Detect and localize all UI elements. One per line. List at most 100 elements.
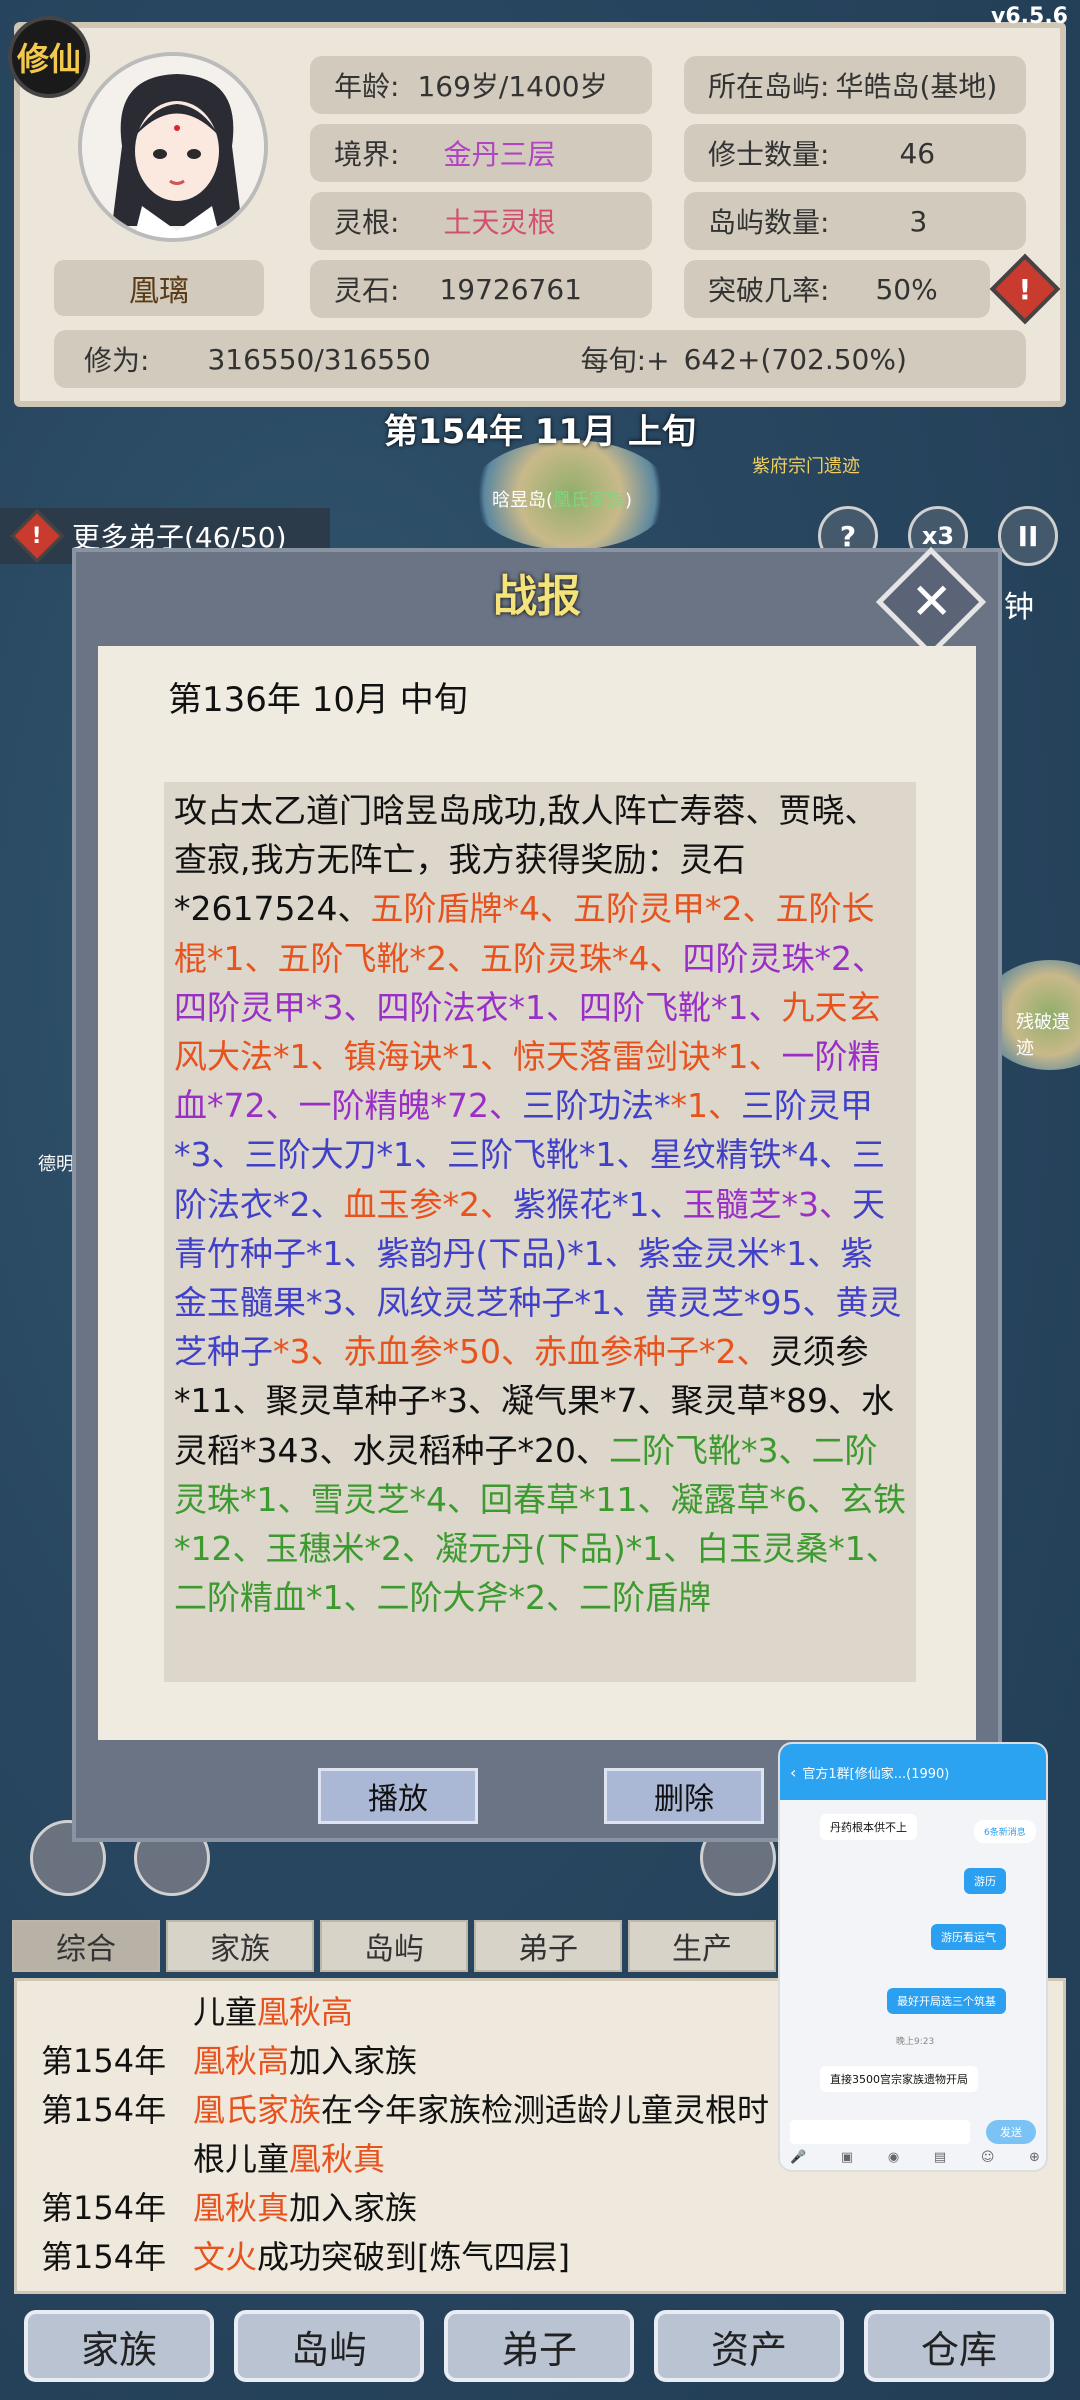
islands-field: 岛屿数量: 3 bbox=[684, 192, 1026, 250]
cultivators-label: 修士数量: bbox=[708, 138, 830, 171]
log-row: 第154年 凰秋高加入家族 bbox=[41, 2036, 417, 2082]
character-avatar[interactable] bbox=[78, 52, 268, 242]
tab-family[interactable]: 家族 bbox=[166, 1920, 314, 1972]
character-name[interactable]: 凰璃 bbox=[54, 260, 264, 316]
dialog-title: 战报 bbox=[493, 571, 581, 622]
realm-field: 境界: 金丹三层 bbox=[310, 124, 652, 182]
island-field: 所在岛屿: 华皓岛(基地) bbox=[684, 56, 1026, 114]
per-tick-value: 642+(702.50%) bbox=[683, 342, 907, 376]
game-logo-badge[interactable]: 修仙 bbox=[8, 16, 90, 98]
log-text: 加入家族 bbox=[289, 2042, 418, 2080]
back-icon[interactable]: ‹ bbox=[790, 1763, 796, 1782]
log-row: 第154年 文火成功突破到[炼气四层] bbox=[41, 2232, 570, 2278]
chat-msg-5: 直接3500宫宗家族遗物开局 bbox=[820, 2066, 978, 2092]
map-label-ruins: 残破遗迹 bbox=[1016, 1012, 1070, 1059]
age-field: 年龄: 169岁/1400岁 bbox=[310, 56, 652, 114]
islands-value: 3 bbox=[909, 204, 928, 238]
tab-production[interactable]: 生产 bbox=[628, 1920, 776, 1972]
log-highlight[interactable]: 凰秋真 bbox=[193, 2189, 289, 2227]
camera-icon[interactable]: ◉ bbox=[888, 2150, 899, 2165]
log-highlight[interactable]: 凰秋真 bbox=[289, 2140, 385, 2178]
nav-disciples[interactable]: 弟子 bbox=[444, 2310, 634, 2382]
cultivation-field: 修为: 316550/316550 每旬:+ 642+(702.50%) bbox=[54, 330, 1026, 388]
realm-label: 境界: bbox=[334, 138, 400, 171]
log-row: 第154年 凰氏家族在今年家族检测适龄儿童灵根时 bbox=[41, 2085, 769, 2131]
map-label-deming: 德明 bbox=[38, 1154, 74, 1175]
stone-label: 灵石: bbox=[334, 274, 400, 307]
chat-toolbar: 🎤 ▣ ◉ ▤ ☺ ⊕ bbox=[790, 2150, 1040, 2165]
log-highlight[interactable]: 文火 bbox=[193, 2238, 257, 2276]
cultivators-field: 修士数量: 46 bbox=[684, 124, 1026, 182]
log-highlight[interactable]: 凰秋高 bbox=[193, 2042, 289, 2080]
age-value: 169岁/1400岁 bbox=[417, 70, 608, 103]
nav-warehouse[interactable]: 仓库 bbox=[864, 2310, 1054, 2382]
island-value: 华皓岛(基地) bbox=[835, 70, 998, 103]
log-highlight[interactable]: 凰氏家族 bbox=[193, 2091, 321, 2129]
map-label-ziyfu: 紫府宗门遗迹 bbox=[752, 456, 860, 477]
log-text: 在今年家族检测适龄儿童灵根时 bbox=[321, 2091, 770, 2129]
log-year: 第154年 bbox=[41, 2091, 167, 2129]
file-icon[interactable]: ▤ bbox=[934, 2150, 946, 2165]
log-row: 第154年 凰秋真加入家族 bbox=[41, 2183, 417, 2229]
stone-value: 19726761 bbox=[439, 272, 582, 306]
nav-family[interactable]: 家族 bbox=[24, 2310, 214, 2382]
image-icon[interactable]: ▣ bbox=[841, 2150, 853, 2165]
cultivation-label: 修为: bbox=[84, 344, 150, 377]
play-button[interactable]: 播放 bbox=[318, 1768, 478, 1824]
chat-header: ‹ 官方1群[修仙家...(1990) bbox=[780, 1744, 1046, 1800]
root-value: 土天灵根 bbox=[443, 206, 556, 239]
report-segment: 血玉参*2、 bbox=[343, 1184, 514, 1224]
island-label: 所在岛屿: bbox=[708, 70, 830, 103]
map-label-hanyu: 晗昱岛(凰氏家族) bbox=[492, 490, 633, 511]
chat-msg-1: 丹药根本供不上 bbox=[820, 1814, 917, 1840]
report-segment: *3、赤血参*50、赤血参种子*2、 bbox=[273, 1332, 770, 1372]
chat-msg-4: 最好开局选三个筑基 bbox=[887, 1988, 1006, 2014]
breakthrough-field: 突破几率: 50% bbox=[684, 260, 990, 318]
chat-time: 晚上9:23 bbox=[896, 2037, 935, 2047]
breakthrough-value: 50% bbox=[875, 272, 938, 306]
emoji-icon[interactable]: ☺ bbox=[981, 2150, 995, 2165]
nav-assets[interactable]: 资产 bbox=[654, 2310, 844, 2382]
tab-disciples[interactable]: 弟子 bbox=[474, 1920, 622, 1972]
chat-msg-2: 游历 bbox=[964, 1868, 1006, 1894]
nav-islands[interactable]: 岛屿 bbox=[234, 2310, 424, 2382]
mic-icon[interactable]: 🎤 bbox=[790, 2150, 806, 2165]
chat-overlay[interactable]: ‹ 官方1群[修仙家...(1990) 丹药根本供不上 6条新消息 游历 游历看… bbox=[778, 1742, 1048, 2172]
chat-msg-3: 游历看运气 bbox=[931, 1924, 1006, 1950]
report-segment: *1、 bbox=[670, 1086, 741, 1126]
log-text: 加入家族 bbox=[289, 2189, 418, 2227]
report-content: 攻占太乙道门晗昱岛成功,敌人阵亡寿蓉、贾晓、查寂,我方无阵亡，我方获得奖励：灵石… bbox=[164, 782, 916, 1682]
log-tabs: 综合 家族 岛屿 弟子 生产 bbox=[12, 1920, 782, 1972]
report-segment: 三阶功法* bbox=[521, 1086, 671, 1126]
chat-input[interactable] bbox=[790, 2120, 970, 2144]
close-icon: ✕ bbox=[910, 572, 953, 631]
log-highlight[interactable]: 凰秋高 bbox=[257, 1993, 353, 2031]
log-row: 儿童凰秋高 bbox=[41, 1987, 353, 2033]
stone-field: 灵石: 19726761 bbox=[310, 260, 652, 318]
root-field: 灵根: 土天灵根 bbox=[310, 192, 652, 250]
log-text: 成功突破到[炼气四层] bbox=[257, 2238, 570, 2276]
realm-value: 金丹三层 bbox=[443, 138, 556, 171]
delete-button[interactable]: 删除 bbox=[604, 1768, 764, 1824]
game-date: 第154年 11月 上旬 bbox=[384, 412, 696, 452]
report-segment: 紫猴花*1、 bbox=[513, 1184, 683, 1224]
log-year: 第154年 bbox=[41, 2238, 167, 2276]
root-label: 灵根: bbox=[334, 206, 400, 239]
character-portrait-icon bbox=[82, 56, 264, 238]
log-row: 根儿童凰秋真 bbox=[41, 2134, 385, 2180]
log-year: 第154年 bbox=[41, 2042, 167, 2080]
pause-button[interactable]: II bbox=[998, 506, 1058, 566]
log-text: 根儿童 bbox=[193, 2140, 290, 2178]
chat-send-button[interactable]: 发送 bbox=[986, 2120, 1036, 2144]
tab-general[interactable]: 综合 bbox=[12, 1920, 160, 1972]
islands-label: 岛屿数量: bbox=[708, 206, 830, 239]
alert-icon: ! bbox=[10, 509, 64, 563]
new-msg-badge[interactable]: 6条新消息 bbox=[974, 1820, 1036, 1843]
plus-icon[interactable]: ⊕ bbox=[1029, 2150, 1040, 2165]
report-date: 第136年 10月 中旬 bbox=[168, 680, 468, 720]
age-label: 年龄: bbox=[334, 70, 400, 103]
breakthrough-label: 突破几率: bbox=[708, 274, 830, 307]
per-tick-label: 每旬:+ bbox=[580, 344, 670, 377]
tab-islands[interactable]: 岛屿 bbox=[320, 1920, 468, 1972]
map-label-clock: 钟 bbox=[1004, 590, 1034, 625]
